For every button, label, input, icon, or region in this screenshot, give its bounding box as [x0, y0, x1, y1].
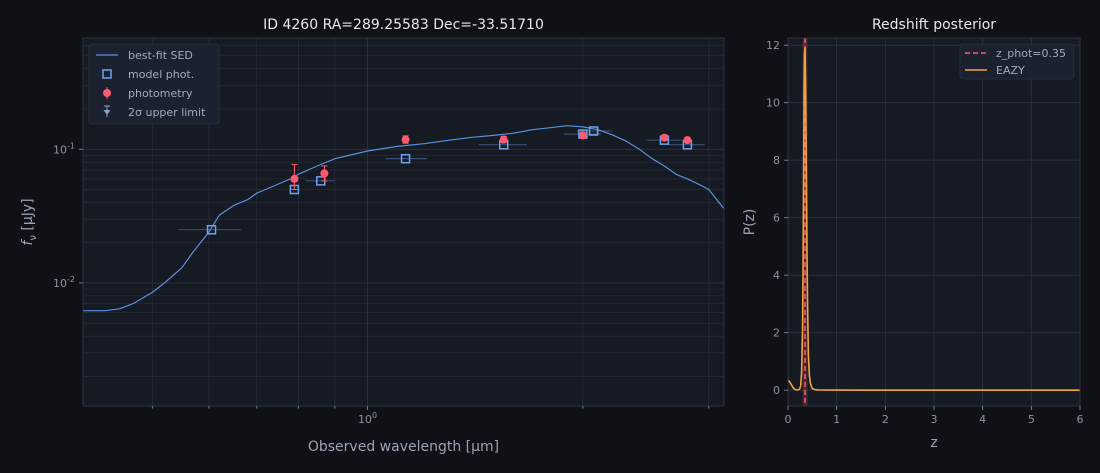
- photometry-point: [290, 174, 299, 183]
- sed-title: ID 4260 RA=289.25583 Dec=-33.51710: [263, 17, 544, 33]
- pz-xtick-label: 0: [785, 413, 792, 426]
- pz-legend-label: EAZY: [996, 64, 1025, 77]
- photometry-point: [401, 135, 410, 144]
- pz-title: Redshift posterior: [872, 17, 996, 33]
- pz-xtick-label: 1: [833, 413, 840, 426]
- sed-legend-label: photometry: [128, 87, 193, 100]
- pz-ytick-label: 10: [766, 97, 780, 110]
- figure: 10010-210-1 ID 4260 RA=289.25583 Dec=-33…: [0, 0, 1100, 473]
- sed-legend-label: model phot.: [128, 68, 194, 81]
- photometry-point: [499, 135, 508, 144]
- pz-legend-label: z_phot=0.35: [996, 47, 1066, 60]
- sed-legend-label: best-fit SED: [128, 49, 193, 62]
- photometry-point: [660, 133, 669, 142]
- sed-xlabel: Observed wavelength [μm]: [308, 439, 499, 455]
- pz-plot-panel: 0 1 2 3 4 5 6024681012 Redshift posterior z P(…: [742, 17, 1084, 451]
- pz-ytick-label: 12: [766, 39, 780, 52]
- pz-ytick-label: 8: [773, 154, 780, 167]
- pz-xtick-label: 5: [1028, 413, 1035, 426]
- legend-photometry-swatch: [103, 89, 111, 97]
- pz-ytick-label: 4: [773, 269, 780, 282]
- pz-xtick-label: 3: [931, 413, 938, 426]
- sed-plot-panel: 10010-210-1 ID 4260 RA=289.25583 Dec=-33…: [20, 17, 725, 455]
- pz-ytick-label: 6: [773, 212, 780, 225]
- pz-xtick-label: 2: [882, 413, 889, 426]
- pz-xtick-label: 4: [979, 413, 986, 426]
- sed-legend: best-fit SED model phot. photometry 2σ uppe…: [88, 43, 220, 125]
- photometry-point: [320, 169, 329, 178]
- pz-xlabel: z: [930, 435, 937, 451]
- pz-ytick-label: 2: [773, 327, 780, 340]
- pz-ylabel: P(z): [742, 209, 758, 236]
- photometry-point: [578, 131, 587, 140]
- pz-legend: z_phot=0.35 EAZY: [959, 43, 1075, 80]
- pz-xtick-label: 6: [1077, 413, 1084, 426]
- sed-legend-label: 2σ upper limit: [128, 106, 206, 119]
- pz-ytick-label: 0: [773, 384, 780, 397]
- photometry-point: [683, 136, 692, 145]
